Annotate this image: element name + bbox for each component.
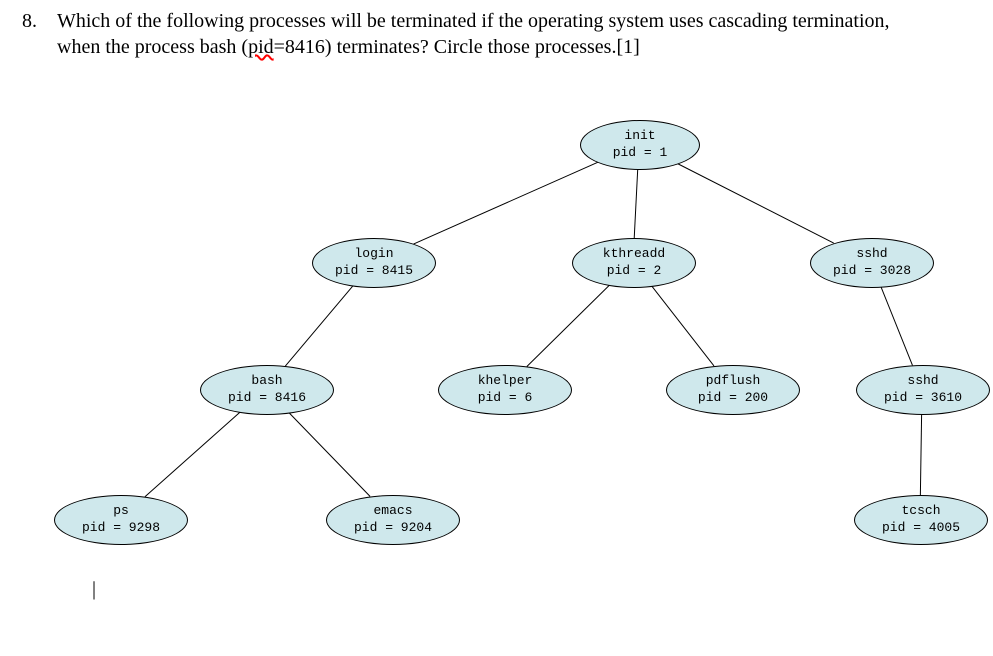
node-name: init	[624, 128, 655, 145]
node-pid: pid = 6	[478, 390, 533, 407]
node-pid: pid = 1	[613, 145, 668, 162]
node-pid: pid = 9204	[354, 520, 432, 537]
edge-init-kthreadd	[634, 168, 638, 238]
node-pid: pid = 4005	[882, 520, 960, 537]
pid-word: pid	[248, 36, 274, 58]
node-tcsch: tcschpid = 4005	[854, 495, 988, 545]
edge-init-sshd1	[676, 163, 834, 243]
question-body: Which of the following processes will be…	[57, 8, 973, 60]
edge-bash-emacs	[288, 412, 370, 497]
node-pid: pid = 3028	[833, 263, 911, 280]
node-name: ps	[113, 503, 129, 520]
edge-login-bash	[285, 285, 353, 366]
node-khelper: khelperpid = 6	[438, 365, 572, 415]
question-text: 8. Which of the following processes will…	[22, 8, 973, 60]
node-name: kthreadd	[603, 246, 665, 263]
node-init: initpid = 1	[580, 120, 700, 170]
node-pid: pid = 2	[607, 263, 662, 280]
node-sshd1: sshdpid = 3028	[810, 238, 934, 288]
edge-init-login	[413, 162, 599, 244]
node-pdflush: pdflushpid = 200	[666, 365, 800, 415]
edge-sshd2-tcsch	[920, 413, 921, 495]
node-name: bash	[251, 373, 282, 390]
node-pid: pid = 8416	[228, 390, 306, 407]
question-line2a: when the process bash (	[57, 36, 248, 58]
node-ps: pspid = 9298	[54, 495, 188, 545]
node-pid: pid = 200	[698, 390, 768, 407]
text-cursor: |	[92, 578, 96, 601]
edge-bash-ps	[145, 411, 241, 497]
node-kthreadd: kthreaddpid = 2	[572, 238, 696, 288]
node-bash: bashpid = 8416	[200, 365, 334, 415]
node-name: tcsch	[901, 503, 940, 520]
edge-kthreadd-pdflush	[651, 285, 714, 366]
tree-edges	[0, 90, 993, 630]
node-name: sshd	[856, 246, 887, 263]
node-pid: pid = 3610	[884, 390, 962, 407]
node-name: pdflush	[706, 373, 761, 390]
node-pid: pid = 8415	[335, 263, 413, 280]
node-name: khelper	[478, 373, 533, 390]
question-line1: Which of the following processes will be…	[57, 10, 890, 32]
node-name: emacs	[373, 503, 412, 520]
edge-sshd1-sshd2	[881, 286, 913, 366]
node-name: sshd	[907, 373, 938, 390]
process-tree-diagram: initpid = 1loginpid = 8415kthreaddpid = …	[0, 90, 993, 630]
node-sshd2: sshdpid = 3610	[856, 365, 990, 415]
edge-kthreadd-khelper	[527, 284, 610, 366]
node-name: login	[354, 246, 393, 263]
node-emacs: emacspid = 9204	[326, 495, 460, 545]
node-pid: pid = 9298	[82, 520, 160, 537]
question-line2b: =8416) terminates? Circle those processe…	[274, 36, 640, 58]
node-login: loginpid = 8415	[312, 238, 436, 288]
question-number: 8.	[22, 8, 52, 34]
